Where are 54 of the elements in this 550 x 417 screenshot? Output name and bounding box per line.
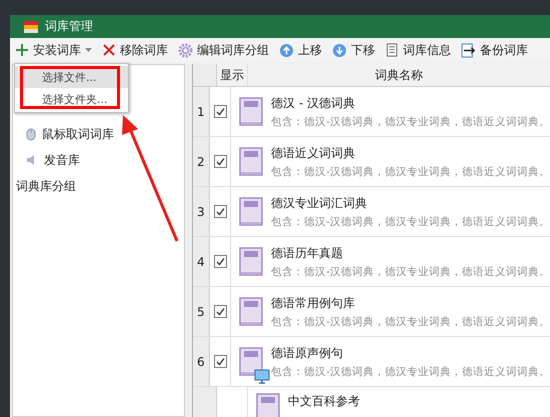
- dictionary-title: 德语常用例句库: [271, 294, 356, 312]
- checkbox[interactable]: [214, 305, 227, 318]
- sidebar-group-label[interactable]: 词典库分组: [13, 173, 184, 199]
- plus-icon: [15, 43, 29, 57]
- book-icon: [239, 96, 264, 126]
- book-icon: [239, 196, 264, 226]
- book-icon: [256, 393, 280, 417]
- toolbar-button[interactable]: 移除词库: [97, 39, 173, 61]
- dictionary-title: 中文百科参考: [288, 393, 360, 410]
- toolbar-button[interactable]: 备份词库: [456, 39, 533, 61]
- mouse-icon: [26, 128, 36, 140]
- column-header: 显示: [217, 64, 248, 86]
- monitor-icon: [254, 369, 270, 384]
- settings-icon: [178, 42, 193, 58]
- menu-item[interactable]: 选择文件夹...: [15, 88, 128, 110]
- row-number: 1: [193, 87, 210, 136]
- checkbox[interactable]: [214, 355, 227, 368]
- window-title: 词库管理: [45, 18, 93, 35]
- dictionary-description: 包含：德汉-汉德词典，德汉专业词典，德语近义词词典。: [271, 264, 550, 278]
- toolbar-button[interactable]: 词库信息: [380, 39, 456, 61]
- sidebar-item[interactable]: 鼠标取词词库: [13, 121, 184, 147]
- checkbox[interactable]: [214, 255, 227, 268]
- row-number: 4: [193, 237, 210, 286]
- sidebar-item[interactable]: 发音库: [13, 147, 184, 173]
- book-icon: [239, 146, 264, 176]
- toolbar-button[interactable]: 安装词库: [10, 39, 97, 61]
- row-number: 6: [193, 337, 210, 386]
- dictionary-description: 包含：德汉-汉德词典，德汉专业词典，德语近义词词典。: [271, 164, 550, 178]
- checkbox[interactable]: [214, 105, 227, 118]
- row-number: 3: [193, 187, 210, 236]
- checkbox[interactable]: [214, 155, 227, 168]
- close-icon: [102, 43, 116, 57]
- book-icon: [239, 346, 264, 376]
- dictionary-description: 包含：德汉-汉德词典，德汉专业词典，德语近义词词典。: [271, 214, 550, 228]
- row-number: 5: [193, 287, 210, 336]
- dictionary-title: 德语历年真题: [271, 244, 344, 262]
- book-icon: [239, 246, 264, 276]
- dictionary-title: 德语原声例句: [271, 344, 344, 362]
- books-icon: [23, 18, 39, 34]
- document-icon: [385, 42, 399, 58]
- dictionary-title: 德汉专业词汇词典: [271, 194, 368, 212]
- column-header: 词典名称: [374, 66, 424, 84]
- dictionary-description: 包含：德汉-汉德词典，德汉专业词典，德语近义词词典。: [271, 364, 550, 378]
- export-icon: [461, 42, 476, 58]
- dictionary-description: 包含：德汉-汉德词典，德汉专业词典，德语近义词词典。: [271, 114, 550, 128]
- book-icon: [239, 296, 264, 326]
- toolbar-button[interactable]: 编辑词库分组: [173, 39, 274, 61]
- toolbar-button[interactable]: 下移: [327, 39, 380, 61]
- dictionary-description: 包含：德汉-汉德词典，德汉专业词典，德语近义词词典。: [271, 314, 550, 328]
- dictionary-title: 德语近义词词典: [271, 144, 356, 162]
- row-number: 2: [193, 137, 210, 186]
- toolbar-button[interactable]: 上移: [274, 39, 327, 61]
- dictionary-title: 德汉 - 汉德词典: [271, 94, 356, 112]
- checkbox[interactable]: [214, 205, 227, 218]
